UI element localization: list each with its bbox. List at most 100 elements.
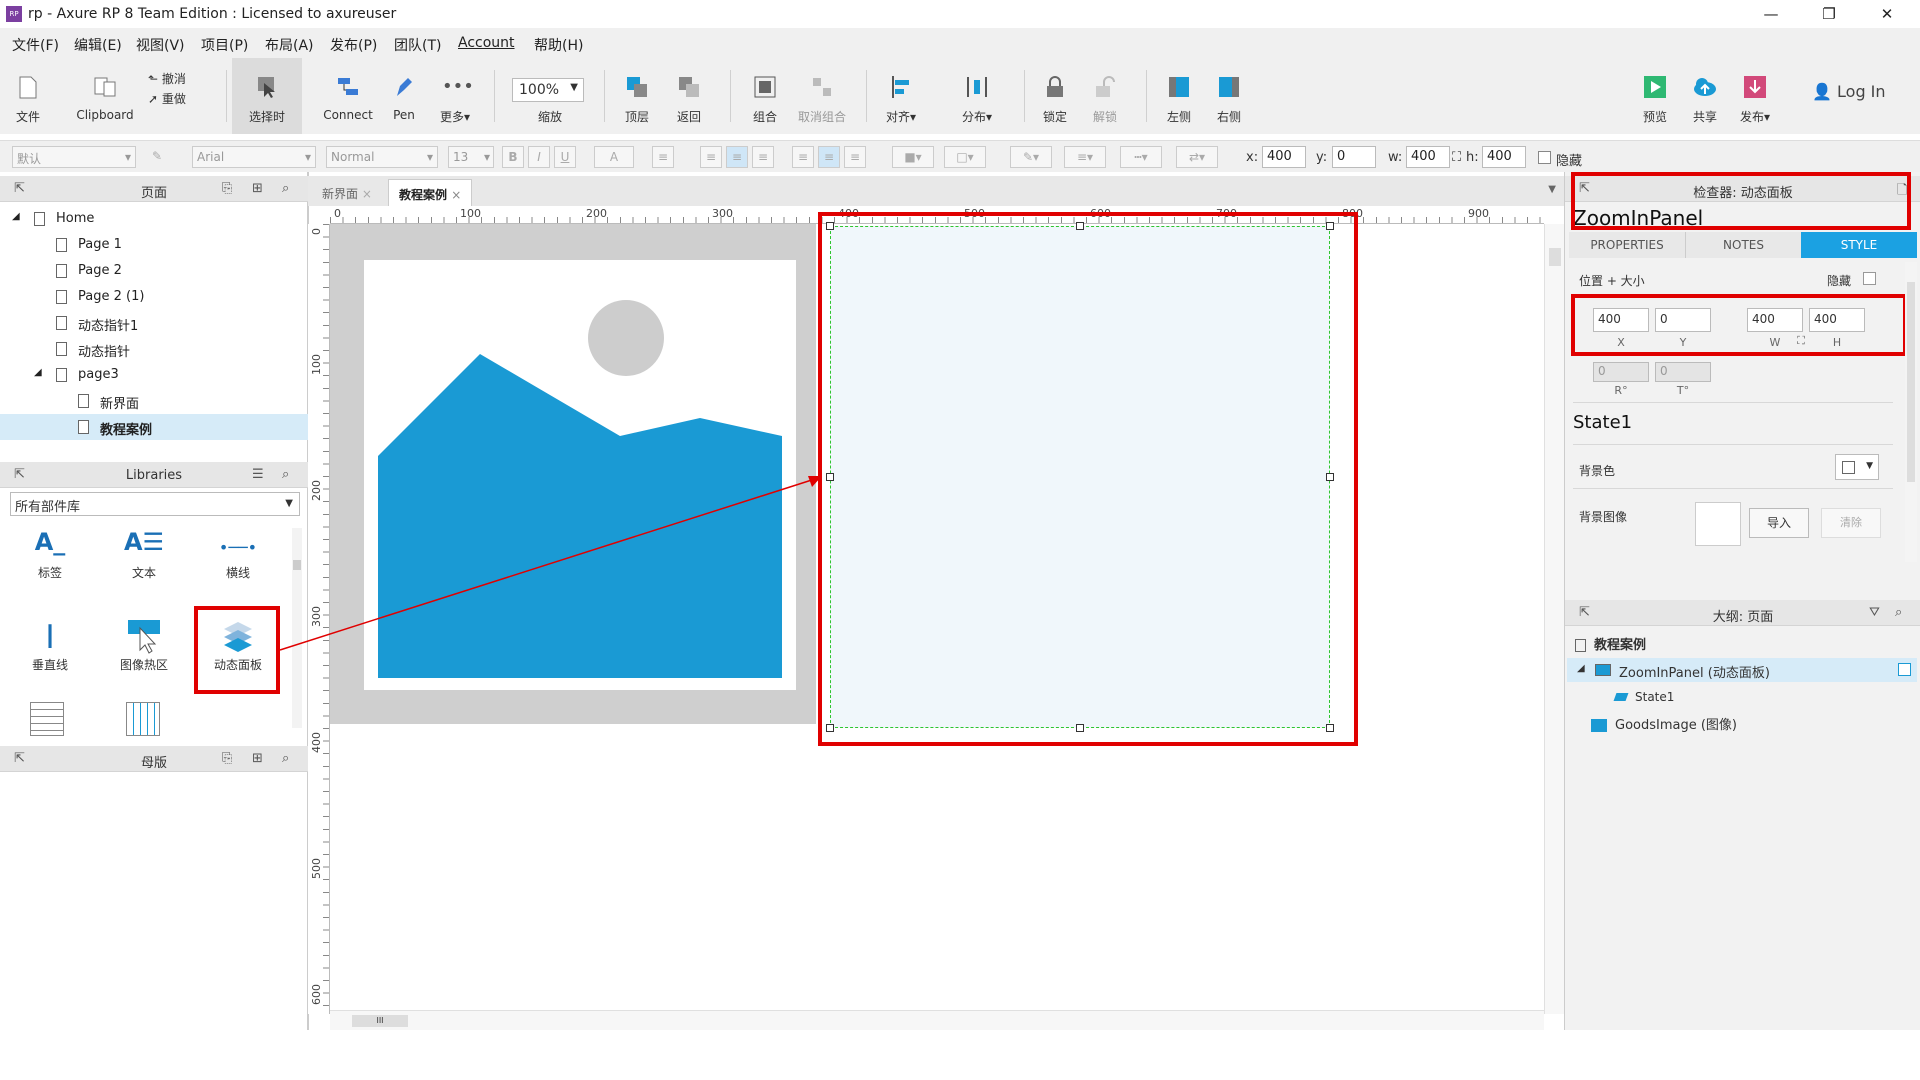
bullet-list-icon[interactable]: ≡ (652, 146, 674, 168)
text-rotation-input[interactable]: 0 (1655, 362, 1711, 382)
menu-project[interactable]: 项目(P) (201, 35, 248, 55)
underline-button[interactable]: U (554, 146, 576, 168)
page-tree-item[interactable]: ◢ page3 (0, 362, 308, 388)
weight-select[interactable]: Normal ▾ (326, 146, 438, 168)
visibility-icon[interactable] (1898, 663, 1911, 676)
add-page-icon[interactable]: ⎘ (222, 181, 232, 196)
table-widget-icon[interactable] (30, 702, 64, 736)
menu-file[interactable]: 文件(F) (12, 35, 59, 55)
library-select[interactable]: 所有部件库 ▼ (10, 492, 300, 516)
undo-button[interactable]: ⬑ 撤消 (148, 70, 186, 87)
w-input[interactable]: 400 (1406, 146, 1450, 168)
search-icon[interactable]: ⌕ (1895, 605, 1902, 620)
shadow-icon[interactable]: □▾ (944, 146, 986, 168)
outline-item[interactable]: State1 (1613, 690, 1674, 704)
page-tree-item[interactable]: ◢ Home (0, 206, 308, 232)
align-right-text-icon[interactable]: ≡ (752, 146, 774, 168)
search-icon[interactable]: ⌕ (282, 181, 289, 196)
publish-button[interactable]: 发布▾ (1730, 58, 1780, 134)
right-button[interactable]: 右侧 (1204, 58, 1254, 134)
library-widget-label[interactable]: A_ 标签 (10, 528, 90, 581)
select-mode-button[interactable]: 选择时 (232, 58, 302, 134)
line-style-icon[interactable]: ┅▾ (1120, 146, 1162, 168)
bg-image-preview[interactable] (1695, 502, 1741, 546)
tab-properties[interactable]: PROPERTIES (1569, 232, 1685, 258)
add-master-icon[interactable]: ⎘ (222, 751, 232, 766)
clipboard-button[interactable]: Clipboard (72, 58, 138, 134)
connect-button[interactable]: Connect (316, 58, 380, 134)
hide-checkbox[interactable] (1863, 272, 1876, 285)
tab-notes[interactable]: NOTES (1685, 232, 1801, 258)
search-icon[interactable]: ⌕ (282, 751, 289, 766)
page-tree-item-selected[interactable]: 教程案例 (0, 414, 308, 440)
menu-edit[interactable]: 编辑(E) (74, 35, 122, 55)
add-folder-icon[interactable]: ⊞ (252, 751, 263, 766)
tab-new-interface[interactable]: 新界面 × (312, 179, 382, 206)
font-select[interactable]: Arial ▾ (192, 146, 316, 168)
tab-style[interactable]: STYLE (1801, 232, 1917, 258)
expand-triangle-icon[interactable]: ◢ (1577, 663, 1585, 674)
outline-item[interactable]: GoodsImage (图像) (1591, 714, 1737, 733)
menu-lines-icon[interactable]: ☰ (252, 467, 264, 482)
h-input[interactable]: 400 (1482, 146, 1526, 168)
maximize-button[interactable]: ❐ (1806, 2, 1852, 26)
inspector-scrollbar[interactable] (1905, 262, 1917, 562)
redo-button[interactable]: ➚ 重做 (148, 90, 186, 107)
grid-widget-icon[interactable] (126, 702, 160, 736)
page-tree-item[interactable]: Page 2 (1) (0, 284, 308, 310)
expand-triangle-icon[interactable]: ◢ (34, 367, 42, 378)
ratio-lock-icon[interactable]: ⛶ (1452, 150, 1461, 165)
close-tab-icon[interactable]: × (362, 187, 372, 201)
page-tree-item[interactable]: 新界面 (0, 388, 308, 414)
scroll-thumb[interactable] (1549, 248, 1561, 266)
left-button[interactable]: 左侧 (1154, 58, 1204, 134)
align-center-text-icon[interactable]: ≡ (726, 146, 748, 168)
align-left-text-icon[interactable]: ≡ (700, 146, 722, 168)
scroll-thumb[interactable] (1907, 282, 1915, 482)
arrow-style-icon[interactable]: ⇄▾ (1176, 146, 1218, 168)
canvas-vertical-scrollbar[interactable] (1544, 224, 1564, 1014)
fill-color-icon[interactable]: ■▾ (892, 146, 934, 168)
minimize-button[interactable]: — (1748, 2, 1794, 26)
library-widget-vline[interactable]: ┃ 垂直线 (10, 616, 90, 673)
import-button[interactable]: 导入 (1749, 508, 1809, 538)
close-button[interactable]: ✕ (1864, 2, 1910, 26)
size-select[interactable]: 13 ▾ (448, 146, 494, 168)
more-button[interactable]: ••• 更多▾ (430, 58, 480, 134)
menu-layout[interactable]: 布局(A) (265, 35, 314, 55)
clear-button[interactable]: 清除 (1821, 508, 1881, 538)
library-widget-hline[interactable]: •──• 横线 (198, 528, 278, 581)
unlock-button[interactable]: 解锁 (1080, 58, 1130, 134)
login-button[interactable]: 👤 Log In (1812, 82, 1886, 101)
outline-item-selected[interactable]: ◢ ZoomInPanel (动态面板) (1567, 658, 1917, 682)
rotation-input[interactable]: 0 (1593, 362, 1649, 382)
bg-color-picker[interactable]: ▼ (1835, 454, 1879, 480)
share-button[interactable]: 共享 (1680, 58, 1730, 134)
pen-button[interactable]: Pen (384, 58, 424, 134)
page-tree-item[interactable]: 动态指针1 (0, 310, 308, 336)
style-select[interactable]: 默认 ▾ (12, 146, 136, 168)
page-tree-item[interactable]: 动态指针 (0, 336, 308, 362)
add-folder-icon[interactable]: ⊞ (252, 181, 263, 196)
lock-button[interactable]: 锁定 (1030, 58, 1080, 134)
send-back-button[interactable]: 返回 (664, 58, 714, 134)
tab-tutorial[interactable]: 教程案例 × (388, 179, 473, 206)
page-tree-item[interactable]: Page 1 (0, 232, 308, 258)
menu-team[interactable]: 团队(T) (394, 35, 441, 55)
filter-icon[interactable]: ⛛ (1869, 605, 1880, 620)
hide-checkbox[interactable] (1538, 151, 1551, 164)
close-tab-icon[interactable]: × (451, 188, 461, 202)
style-edit-icon[interactable]: ✎ (146, 146, 168, 168)
preview-button[interactable]: 预览 (1630, 58, 1680, 134)
zoom-select[interactable]: 100% ▼ (512, 78, 584, 102)
valign-top-icon[interactable]: ≡ (792, 146, 814, 168)
outline-page[interactable]: 教程案例 (1575, 634, 1646, 653)
bold-button[interactable]: B (502, 146, 524, 168)
file-button[interactable]: 文件 (6, 58, 50, 134)
x-input[interactable]: 400 (1262, 146, 1306, 168)
library-widget-hotspot[interactable]: 图像热区 (104, 616, 184, 673)
menu-publish[interactable]: 发布(P) (330, 35, 377, 55)
italic-button[interactable]: I (528, 146, 550, 168)
library-widget-text[interactable]: A☰ 文本 (104, 528, 184, 581)
align-button[interactable]: 对齐▾ (876, 58, 926, 134)
